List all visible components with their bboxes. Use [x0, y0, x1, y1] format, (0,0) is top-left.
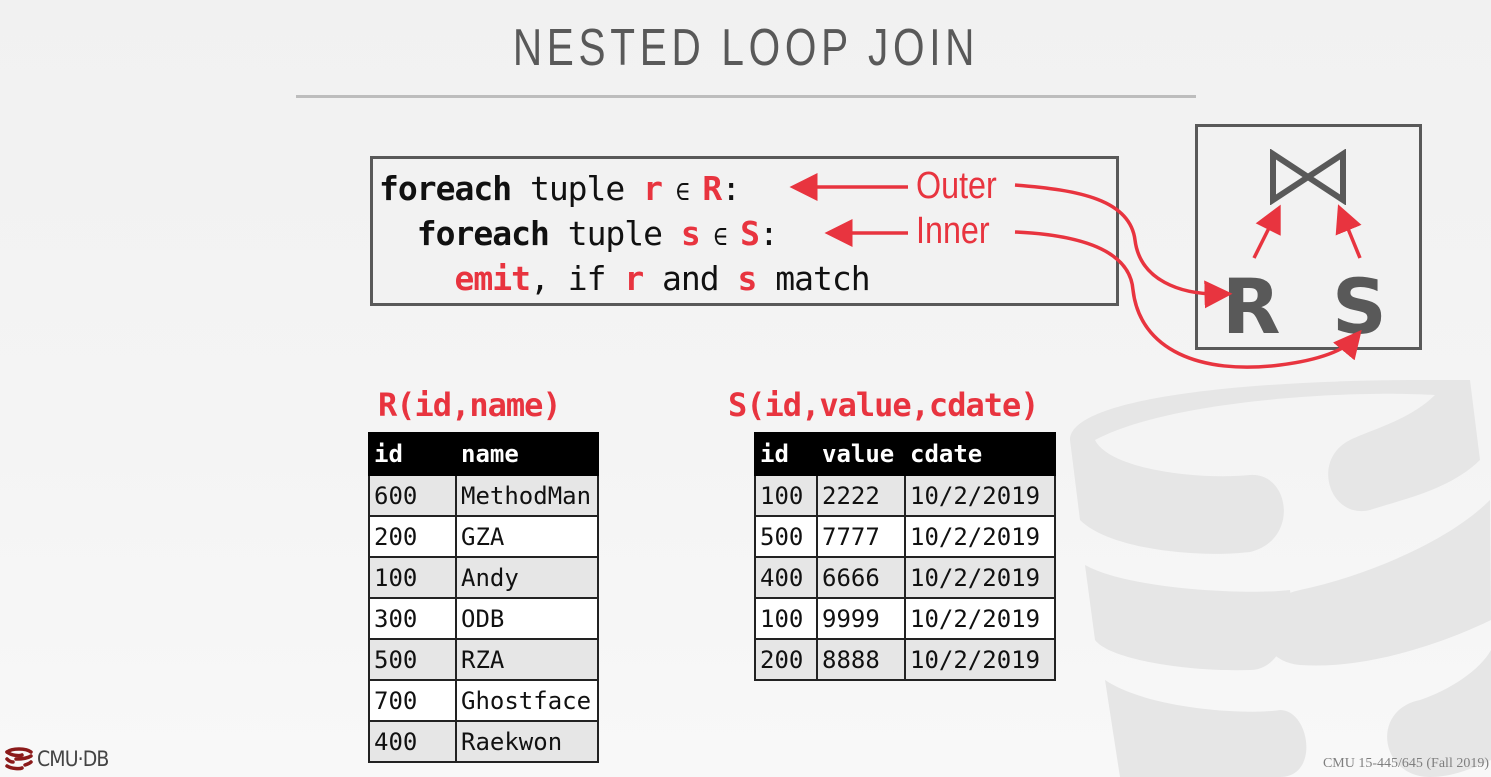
relation-r: R [702, 169, 722, 208]
code-text: tuple [548, 214, 681, 253]
table-cell-id: 100 [368, 556, 457, 599]
table-cell-value: 7777 [816, 515, 906, 558]
table-cell-value: 8888 [816, 638, 906, 681]
database-logo-icon [5, 747, 33, 771]
code-text: tuple [511, 169, 644, 208]
pseudocode-box: foreach tuple r ∈ R: foreach tuple s ∈ S… [370, 156, 1119, 306]
table-row: 400 Raekwon [368, 720, 599, 763]
table-cell-name: GZA [455, 515, 599, 558]
column-header-id: id [368, 432, 457, 476]
var-r: r [643, 169, 663, 208]
table-r-title: R(id,name) [378, 386, 562, 424]
column-header-value: value [816, 432, 906, 476]
table-cell-id: 500 [754, 515, 818, 558]
table-cell-value: 2222 [816, 474, 906, 517]
element-of-symbol: ∈ [662, 178, 703, 206]
table-cell-name: MethodMan [455, 474, 599, 517]
code-colon: : [721, 169, 741, 208]
table-cell-id: 400 [368, 720, 457, 763]
table-r-header-row: id name [368, 432, 599, 476]
code-text: match [756, 259, 870, 298]
title-divider [296, 95, 1196, 98]
code-line-outer-loop: foreach tuple r ∈ R: [379, 169, 741, 208]
table-cell-value: 9999 [816, 597, 906, 640]
database-watermark-icon [1070, 380, 1491, 777]
table-row: 300 ODB [368, 597, 599, 640]
table-cell-id: 500 [368, 638, 457, 681]
relation-s: S [740, 214, 760, 253]
table-r: id name 600 MethodMan 200 GZA 100 Andy 300 ODB 5… [368, 432, 599, 763]
table-cell-cdate: 10/2/2019 [904, 515, 1056, 558]
column-header-name: name [455, 432, 599, 476]
table-s: id value cdate 100 2222 10/2/2019 500 7777 10… [754, 432, 1056, 681]
table-row: 200 8888 10/2/2019 [754, 638, 1056, 681]
cmu-db-logo: CMU·DB [4, 747, 116, 771]
table-row: 100 Andy [368, 556, 599, 599]
table-row: 700 Ghostface [368, 679, 599, 722]
table-row: 400 6666 10/2/2019 [754, 556, 1056, 599]
logo-text: CMU·DB [37, 747, 109, 771]
table-cell-id: 700 [368, 679, 457, 722]
table-row: 100 2222 10/2/2019 [754, 474, 1056, 517]
var-s: s [680, 214, 701, 253]
table-cell-name: Raekwon [455, 720, 599, 763]
table-cell-id: 400 [754, 556, 818, 599]
table-row: 100 9999 10/2/2019 [754, 597, 1056, 640]
code-text: , if [529, 259, 625, 298]
table-row: 500 7777 10/2/2019 [754, 515, 1056, 558]
plan-relation-s: S [1332, 262, 1387, 351]
table-cell-cdate: 10/2/2019 [904, 474, 1056, 517]
column-header-cdate: cdate [904, 432, 1056, 476]
table-cell-id: 100 [754, 474, 818, 517]
slide-title: NESTED LOOP JOIN [512, 19, 980, 77]
table-cell-cdate: 10/2/2019 [904, 597, 1056, 640]
plan-relation-r: R [1222, 262, 1281, 351]
table-cell-name: ODB [455, 597, 599, 640]
query-plan-box: R S [1195, 124, 1422, 351]
table-cell-cdate: 10/2/2019 [904, 556, 1056, 599]
table-row: 500 RZA [368, 638, 599, 681]
table-cell-name: Andy [455, 556, 599, 599]
element-of-symbol: ∈ [699, 223, 741, 251]
outer-label: Outer [916, 165, 997, 207]
code-line-emit: emit, if r and s match [379, 259, 870, 298]
code-text: and [643, 259, 738, 298]
inner-label: Inner [916, 210, 990, 252]
table-cell-id: 100 [754, 597, 818, 640]
table-cell-value: 6666 [816, 556, 906, 599]
table-cell-id: 600 [368, 474, 457, 517]
table-cell-cdate: 10/2/2019 [904, 638, 1056, 681]
table-s-header-row: id value cdate [754, 432, 1056, 476]
var-r: r [624, 259, 644, 298]
column-header-id: id [754, 432, 818, 476]
table-s-title: S(id,value,cdate) [728, 386, 1040, 424]
table-cell-name: Ghostface [455, 679, 599, 722]
code-colon: : [759, 214, 779, 253]
keyword-foreach: foreach [379, 169, 512, 208]
course-footer: CMU 15-445/645 (Fall 2019) [1322, 756, 1489, 771]
bowtie-join-icon [1270, 149, 1346, 205]
table-cell-name: RZA [455, 638, 599, 681]
table-cell-id: 200 [754, 638, 818, 681]
code-line-inner-loop: foreach tuple s ∈ S: [379, 214, 779, 253]
table-row: 600 MethodMan [368, 474, 599, 517]
var-s: s [737, 259, 758, 298]
table-cell-id: 300 [368, 597, 457, 640]
table-cell-id: 200 [368, 515, 457, 558]
table-row: 200 GZA [368, 515, 599, 558]
keyword-emit: emit [454, 259, 530, 298]
keyword-foreach: foreach [416, 214, 550, 253]
